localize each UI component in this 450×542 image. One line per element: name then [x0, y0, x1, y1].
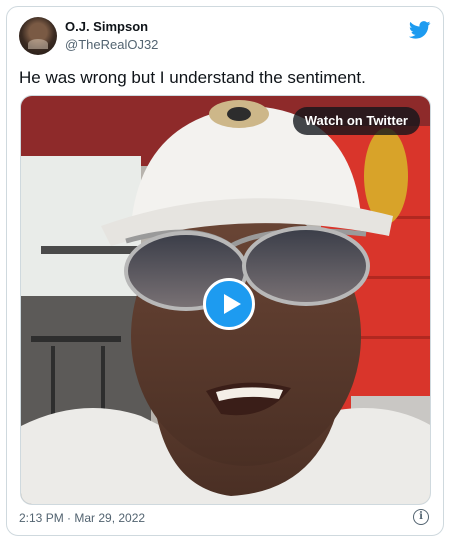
- info-icon[interactable]: i: [413, 509, 429, 525]
- tweet-header: O.J. Simpson @TheRealOJ32: [19, 17, 431, 59]
- watch-on-twitter-button[interactable]: Watch on Twitter: [292, 107, 420, 135]
- tweet-card[interactable]: O.J. Simpson @TheRealOJ32 He was wrong b…: [6, 6, 444, 536]
- twitter-bird-icon[interactable]: [409, 21, 431, 39]
- video-player[interactable]: Watch on Twitter: [20, 95, 431, 505]
- play-icon[interactable]: [203, 278, 255, 330]
- author-handle[interactable]: @TheRealOJ32: [65, 37, 158, 52]
- tweet-footer: 2:13 PM · Mar 29, 2022 i: [19, 509, 431, 529]
- tweet-text: He was wrong but I understand the sentim…: [19, 68, 366, 87]
- avatar[interactable]: [19, 17, 57, 55]
- tweet-timestamp[interactable]: 2:13 PM · Mar 29, 2022: [19, 511, 145, 525]
- author-name[interactable]: O.J. Simpson: [65, 19, 148, 34]
